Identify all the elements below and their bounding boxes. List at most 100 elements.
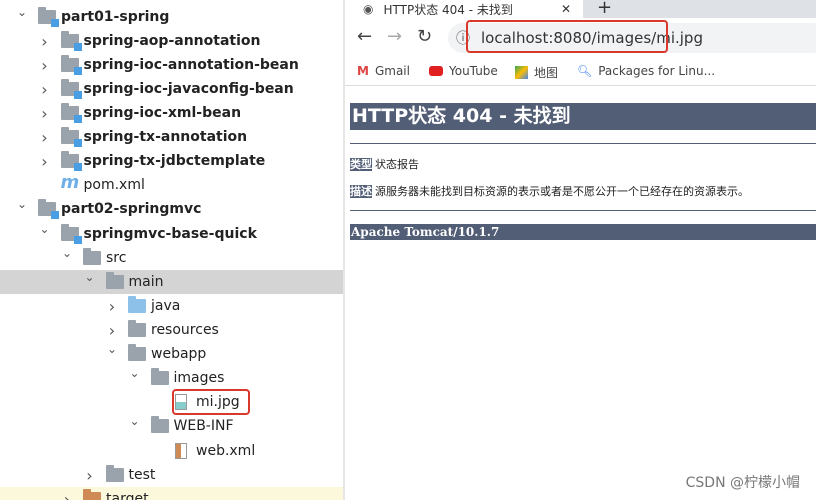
chevron-down-icon[interactable]: ⌄	[107, 342, 117, 356]
tree-item-label: spring-ioc-xml-bean	[83, 105, 242, 121]
tree-item[interactable]: › spring-ioc-annotation-bean	[0, 53, 343, 77]
bookmark-packages[interactable]: 🔍︎ Packages for Linu...	[577, 64, 715, 78]
chevron-right-icon[interactable]: ›	[62, 490, 72, 500]
chevron-right-icon[interactable]: ›	[85, 466, 95, 485]
bookmark-maps[interactable]: 地图	[515, 64, 558, 81]
module-folder-icon	[60, 55, 82, 75]
type-line: 类型 状态报告	[350, 158, 419, 171]
tree-item-label: main	[128, 274, 164, 290]
tree-item-label: src	[106, 250, 127, 266]
module-folder-icon	[60, 127, 82, 147]
reload-icon[interactable]: ↻	[417, 26, 432, 47]
tree-item-label: WEB-INF	[173, 418, 234, 434]
tree-item-label: springmvc-base-quick	[83, 226, 257, 242]
gmail-icon: M	[357, 64, 369, 78]
tree-item[interactable]: ⌄ part01-spring	[0, 5, 343, 29]
bookmarks-bar: M Gmail YouTube 地图 🔍︎ Packages for Linu...	[345, 58, 816, 86]
maven-file-icon: m	[60, 172, 80, 193]
tree-item[interactable]: m pom.xml	[0, 172, 343, 197]
url-highlight-box	[466, 20, 668, 53]
tree-item-label: images	[173, 370, 225, 386]
tree-item[interactable]: › resources	[0, 318, 343, 342]
chevron-right-icon[interactable]: ›	[40, 80, 50, 99]
maps-icon	[515, 66, 528, 79]
module-folder-icon	[60, 79, 82, 99]
tree-item-label: spring-ioc-javaconfig-bean	[83, 81, 294, 97]
server-footer: Apache Tomcat/10.1.7	[350, 224, 816, 240]
project-tree: ⌄ part01-spring › spring-aop-annotation › spr…	[0, 0, 343, 500]
tree-item[interactable]: › spring-ioc-xml-bean	[0, 101, 343, 125]
tree-item-label: resources	[151, 322, 219, 338]
tree-item[interactable]: ⌄ WEB-INF	[0, 414, 343, 438]
watermark: CSDN @柠檬小帽	[685, 475, 800, 491]
tree-item[interactable]: ⌄ images	[0, 366, 343, 390]
tab-title: HTTP状态 404 - 未找到	[383, 2, 513, 17]
chevron-down-icon[interactable]: ⌄	[130, 414, 140, 428]
close-tab-icon[interactable]: ✕	[561, 2, 571, 16]
chevron-right-icon[interactable]: ›	[40, 128, 50, 147]
tree-item-label: spring-tx-annotation	[83, 129, 248, 145]
search-icon: 🔍︎	[577, 64, 593, 78]
folder-icon	[105, 465, 124, 482]
chevron-down-icon[interactable]: ⌄	[62, 246, 72, 260]
tree-item-label: part02-springmvc	[61, 201, 202, 217]
chevron-right-icon[interactable]: ›	[40, 32, 50, 51]
chevron-down-icon[interactable]: ⌄	[17, 5, 27, 19]
tree-item[interactable]: › spring-ioc-javaconfig-bean	[0, 77, 343, 101]
tree-item[interactable]: ⌄ main	[0, 270, 343, 294]
source-folder-icon	[128, 296, 146, 313]
bookmark-gmail[interactable]: M Gmail	[357, 64, 410, 78]
tree-item[interactable]: › spring-tx-jdbctemplate	[0, 149, 343, 173]
tree-item-label: spring-tx-jdbctemplate	[83, 153, 266, 169]
chevron-down-icon[interactable]: ⌄	[40, 222, 50, 236]
excluded-folder-icon	[83, 489, 101, 500]
chevron-right-icon[interactable]: ›	[40, 104, 50, 123]
chevron-right-icon[interactable]: ›	[107, 297, 117, 316]
divider	[350, 143, 816, 144]
tree-item-label: part01-spring	[61, 9, 170, 25]
tree-item-label: pom.xml	[83, 177, 145, 193]
error-heading: HTTP状态 404 - 未找到	[350, 103, 816, 130]
tree-item[interactable]: › java	[0, 294, 343, 318]
tree-item[interactable]: web.xml	[0, 439, 343, 463]
tree-item[interactable]: ⌄ src	[0, 246, 343, 270]
tree-item-label: spring-ioc-annotation-bean	[83, 57, 299, 73]
back-icon[interactable]: ←	[357, 26, 372, 47]
tree-item[interactable]: › spring-tx-annotation	[0, 125, 343, 149]
chevron-down-icon[interactable]: ⌄	[85, 270, 95, 284]
forward-icon[interactable]: →	[387, 26, 402, 47]
resources-folder-icon	[128, 320, 146, 337]
tree-item-label: target	[106, 491, 149, 500]
tree-item[interactable]: ⌄ webapp	[0, 342, 343, 366]
tree-item[interactable]: › target	[0, 487, 343, 500]
folder-icon	[83, 248, 101, 265]
chevron-right-icon[interactable]: ›	[107, 321, 117, 340]
tree-item[interactable]: ⌄ springmvc-base-quick	[0, 222, 343, 246]
new-tab-icon[interactable]: +	[597, 0, 612, 18]
module-folder-icon	[60, 151, 82, 171]
browser-window: ◉ HTTP状态 404 - 未找到 ✕ + ← → ↻ ⓘ localhost…	[345, 0, 816, 500]
file-highlight-box	[172, 389, 250, 415]
tree-item[interactable]: mi.jpg	[0, 389, 343, 415]
bookmark-youtube[interactable]: YouTube	[429, 64, 498, 78]
xml-file-icon	[175, 443, 187, 459]
tree-item[interactable]: › spring-aop-annotation	[0, 29, 343, 53]
folder-icon	[105, 272, 124, 289]
chevron-right-icon[interactable]: ›	[40, 56, 50, 75]
chevron-down-icon[interactable]: ⌄	[17, 197, 27, 211]
youtube-icon	[429, 66, 443, 76]
description-line: 描述 源服务器未能找到目标资源的表示或者是不愿公开一个已经存在的资源表示。	[350, 185, 749, 198]
tree-item[interactable]: ⌄ part02-springmvc	[0, 197, 343, 221]
tree-item-label: spring-aop-annotation	[83, 33, 261, 49]
module-folder-icon	[60, 103, 82, 123]
globe-icon: ◉	[363, 2, 374, 16]
tree-item[interactable]: › test	[0, 463, 343, 487]
chevron-right-icon[interactable]: ›	[40, 152, 50, 171]
tree-item-label: web.xml	[196, 443, 256, 459]
tree-item-label: test	[128, 467, 156, 483]
web-folder-icon	[128, 344, 146, 361]
chevron-down-icon[interactable]: ⌄	[130, 366, 140, 380]
browser-tab[interactable]: ◉ HTTP状态 404 - 未找到 ✕	[345, 0, 583, 18]
folder-icon	[150, 368, 169, 385]
tree-item-label: java	[151, 298, 181, 314]
